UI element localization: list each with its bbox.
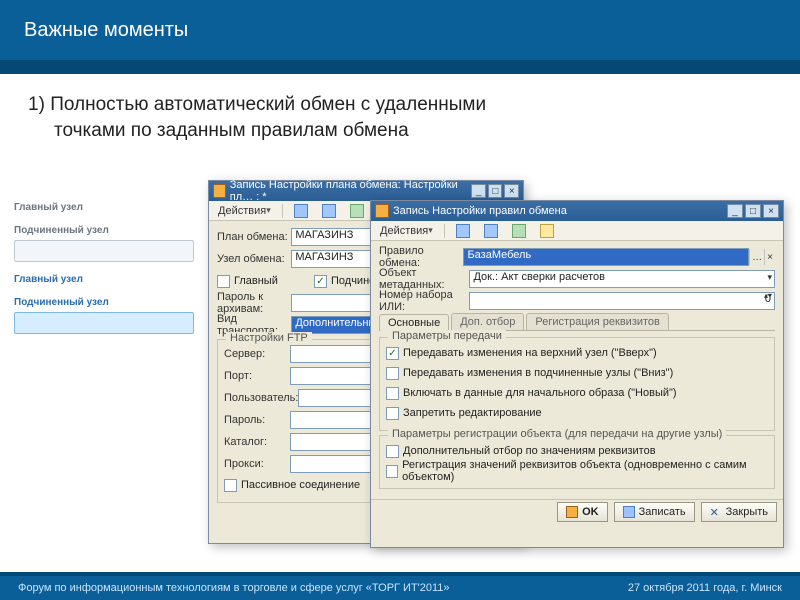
- rule-field[interactable]: БазаМебель: [463, 248, 749, 266]
- window2-refresh-icon[interactable]: [507, 223, 531, 239]
- meta-field[interactable]: Док.: Акт сверки расчетов: [469, 270, 775, 288]
- subordinate-checkbox[interactable]: [314, 275, 327, 288]
- ok-button[interactable]: OK: [557, 502, 608, 522]
- passive-checkbox[interactable]: [224, 479, 237, 492]
- window2-app-icon: [375, 204, 389, 218]
- diagram-label-main2: Главный узел: [14, 274, 194, 285]
- meta-label: Объект метаданных:: [379, 267, 469, 291]
- transfer-params-group: Параметры передачи Передавать изменения …: [379, 337, 775, 431]
- exchange-diagram: Главный узел Подчиненный узел Главный уз…: [14, 190, 194, 334]
- diagram-box-2: [14, 312, 194, 334]
- close-button[interactable]: ✕Закрыть: [701, 502, 777, 522]
- window2-caption[interactable]: Запись Настройки правил обмена _ □ ×: [371, 201, 783, 221]
- window1-minimize-button[interactable]: _: [471, 184, 486, 198]
- tab-filter[interactable]: Доп. отбор: [451, 313, 524, 330]
- chk-register-values[interactable]: [386, 465, 398, 478]
- registration-params-legend: Параметры регистрации объекта (для перед…: [388, 428, 726, 440]
- archive-pwd-label: Пароль к архивам:: [217, 291, 291, 315]
- diagram-label-sub1: Подчиненный узел: [14, 225, 194, 236]
- disk-icon: [566, 506, 578, 518]
- save-button[interactable]: Записать: [614, 502, 695, 522]
- plan-label: План обмена:: [217, 231, 291, 243]
- rule-ellipsis-button[interactable]: …: [749, 249, 764, 265]
- window1-forward-icon[interactable]: [317, 203, 341, 219]
- chk-down[interactable]: [386, 367, 399, 380]
- chk-new[interactable]: [386, 387, 399, 400]
- slide-title-bar: Важные моменты: [0, 0, 800, 60]
- window1-back-icon[interactable]: [289, 203, 313, 219]
- chk-down-label: Передавать изменения в подчиненные узлы …: [403, 367, 673, 379]
- rule-clear-button[interactable]: ×: [764, 249, 775, 265]
- ftp-legend: Настройки FTP: [226, 332, 312, 344]
- tab-main[interactable]: Основные: [379, 314, 449, 331]
- footer-left: Форум по информационным технологиям в то…: [18, 582, 450, 594]
- ftp-pass-label: Пароль:: [224, 414, 290, 426]
- window1-close-button[interactable]: ×: [504, 184, 519, 198]
- diagram-label-sub2: Подчиненный узел: [14, 297, 194, 308]
- registration-params-group: Параметры регистрации объекта (для перед…: [379, 435, 775, 489]
- window1-maximize-button[interactable]: □: [488, 184, 503, 198]
- setnum-label: Номер набора ИЛИ:: [379, 289, 469, 313]
- diagram-box-1: [14, 240, 194, 262]
- bullet-line2: точками по заданным правилам обмена: [28, 118, 772, 144]
- chk-up-label: Передавать изменения на верхний узел ("В…: [403, 347, 657, 359]
- chk-up[interactable]: [386, 347, 399, 360]
- transfer-params-legend: Параметры передачи: [388, 330, 506, 342]
- chk-extra-filter-label: Дополнительный отбор по значениям реквиз…: [403, 445, 656, 457]
- save-icon: [623, 506, 635, 518]
- window1-actions-menu[interactable]: Действия: [213, 203, 276, 219]
- close-icon: ✕: [710, 506, 722, 518]
- node-label: Узел обмена:: [217, 253, 291, 265]
- slide-body: 1) Полностью автоматический обмен с удал…: [0, 74, 800, 161]
- chk-lock-label: Запретить редактирование: [403, 407, 542, 419]
- ftp-proxy-label: Прокси:: [224, 458, 290, 470]
- window1-app-icon: [213, 184, 226, 198]
- main-checkbox[interactable]: [217, 275, 230, 288]
- bullet-prefix: 1): [28, 94, 50, 115]
- slide-footer: Форум по информационным технологиям в то…: [0, 576, 800, 600]
- window2-title: Запись Настройки правил обмена: [393, 205, 567, 217]
- window2-help-icon[interactable]: [535, 223, 559, 239]
- ftp-port-label: Порт:: [224, 370, 290, 382]
- chk-extra-filter[interactable]: [386, 445, 399, 458]
- setnum-field[interactable]: 0: [469, 292, 775, 310]
- chk-new-label: Включать в данные для начального образа …: [403, 387, 677, 399]
- window2-back-icon[interactable]: [451, 223, 475, 239]
- bullet-line1: Полностью автоматический обмен с удаленн…: [50, 94, 486, 115]
- ftp-dir-label: Каталог:: [224, 436, 290, 448]
- diagram-label-main1: Главный узел: [14, 202, 194, 213]
- chk-lock[interactable]: [386, 407, 399, 420]
- footer-right: 27 октября 2011 года, г. Минск: [628, 582, 782, 594]
- window2-forward-icon[interactable]: [479, 223, 503, 239]
- window-exchange-rules: Запись Настройки правил обмена _ □ × Дей…: [370, 200, 784, 548]
- window2-minimize-button[interactable]: _: [727, 204, 743, 218]
- slide-title: Важные моменты: [24, 19, 188, 42]
- ftp-user-label: Пользователь:: [224, 392, 298, 404]
- window2-close-button[interactable]: ×: [763, 204, 779, 218]
- slide-title-accent: [0, 60, 800, 74]
- main-checkbox-label: Главный: [234, 275, 314, 287]
- window1-caption[interactable]: Запись Настройки плана обмена: Настройки…: [209, 181, 523, 201]
- tab-registration[interactable]: Регистрация реквизитов: [526, 313, 668, 330]
- window2-actions-menu[interactable]: Действия: [375, 223, 438, 239]
- ftp-server-label: Сервер:: [224, 348, 290, 360]
- window2-toolbar: Действия: [371, 221, 783, 241]
- passive-checkbox-label: Пассивное соединение: [241, 479, 360, 491]
- chk-register-values-label: Регистрация значений реквизитов объекта …: [402, 459, 768, 483]
- window2-maximize-button[interactable]: □: [745, 204, 761, 218]
- rules-tabs: Основные Доп. отбор Регистрация реквизит…: [379, 313, 775, 331]
- rule-label: Правило обмена:: [379, 245, 463, 269]
- window2-statusbar: OK Записать ✕Закрыть: [371, 499, 783, 523]
- window1-refresh-icon[interactable]: [345, 203, 369, 219]
